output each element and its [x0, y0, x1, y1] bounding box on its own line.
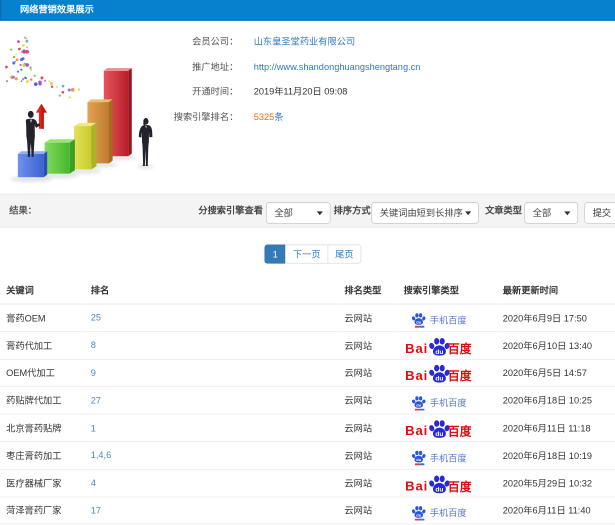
svg-text:百度: 百度 — [448, 480, 471, 494]
svg-text:du: du — [416, 512, 421, 517]
svg-text:百度: 百度 — [448, 342, 471, 356]
svg-text:du: du — [435, 431, 443, 438]
svg-text:Bai: Bai — [405, 341, 428, 356]
svg-text:Bai: Bai — [405, 368, 428, 383]
svg-text:百度: 百度 — [448, 370, 471, 384]
svg-text:du: du — [416, 457, 421, 462]
svg-text:Bai: Bai — [405, 423, 428, 438]
svg-text:du: du — [416, 402, 421, 407]
svg-text:du: du — [435, 349, 443, 356]
svg-text:du: du — [435, 486, 443, 493]
svg-text:du: du — [435, 376, 443, 383]
svg-text:du: du — [416, 320, 421, 325]
svg-text:Bai: Bai — [405, 478, 428, 493]
svg-text:百度: 百度 — [448, 425, 471, 439]
